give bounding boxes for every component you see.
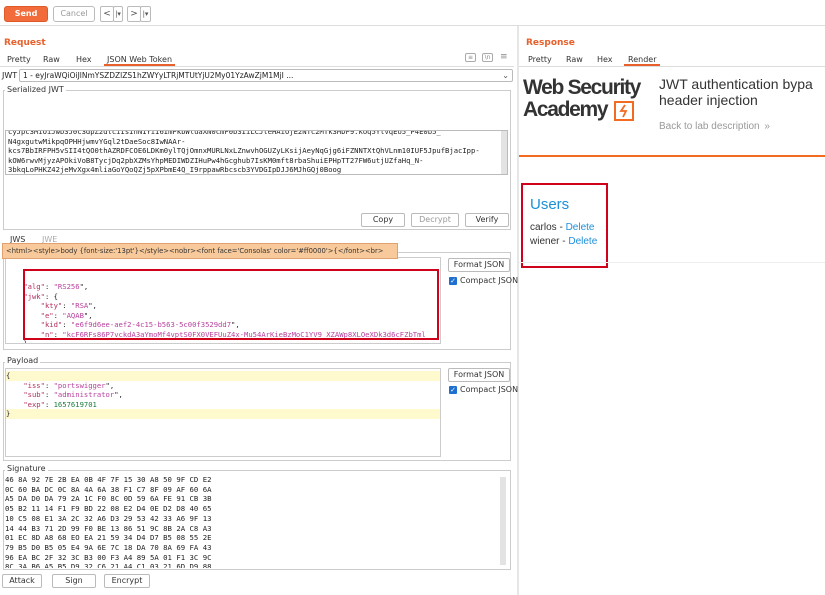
hex-row: A5 DA D0 DA 79 2A 1C F0 8C 0D 59 6A FE 9… [5, 494, 212, 504]
user-row: wiener - Delete [530, 235, 597, 249]
back-to-lab-link[interactable]: Back to lab description » [659, 121, 770, 132]
scrollbar[interactable] [500, 477, 506, 565]
signature-label: Signature [5, 464, 48, 473]
json-line: "iss": "portswigger", [23, 380, 115, 390]
hex-row: 14 44 B3 71 2D 99 F0 BE 13 86 51 9C 8B 2… [5, 523, 212, 533]
logo-text-line1: Web Security [523, 76, 641, 99]
hex-row: 0C 60 BA DC 0C 8A 4A 6A 38 F1 C7 8F 09 A… [5, 484, 212, 494]
serialized-jwt-label: Serialized JWT [5, 85, 66, 94]
tab-pretty[interactable]: Pretty [7, 54, 31, 66]
format-json-payload-button[interactable]: Format JSON [448, 368, 510, 382]
logo-text-line2: Academy [523, 98, 609, 121]
jwt-label: JWT [2, 71, 18, 80]
compact-json-header-label: Compact JSON [460, 276, 519, 285]
chevron-down-icon: ⌄ [502, 71, 509, 80]
jwt-line: cyJpc3MiOiJwb3J0c3dpZ2dlciIsInN1YiI6ImFk… [8, 130, 441, 136]
compact-json-payload-label: Compact JSON [460, 385, 519, 394]
user-separator: - [556, 222, 566, 233]
encrypt-button[interactable]: Encrypt [104, 574, 150, 588]
highlight-box-jwk [23, 269, 439, 340]
sign-button[interactable]: Sign [52, 574, 96, 588]
tab-render[interactable]: Render [624, 54, 661, 66]
json-line: "sub": "administrator", [23, 390, 123, 399]
payload-json-content: { "iss": "portswigger", "sub": "administ… [6, 369, 440, 419]
users-heading: Users [530, 196, 570, 213]
payload-label: Payload [5, 356, 41, 365]
lightning-logo-icon [614, 101, 634, 121]
forward-history-dropdown[interactable]: |▾ [140, 6, 151, 22]
jwt-line: N4gxgutwMikpqOPHHjwmvYGql2tDaeSoc8IwNAAr… [8, 136, 186, 146]
json-line: { [6, 371, 440, 381]
tab-json-web-token[interactable]: JSON Web Token [104, 54, 176, 66]
hex-row: 05 B2 11 14 F1 F9 BD 22 08 E2 D4 0E D2 D… [5, 504, 212, 514]
lab-title-line1: JWT authentication bypa [659, 76, 813, 92]
menu-icon[interactable]: ≡ [500, 52, 508, 62]
rendered-page-header: Web Security Academy JWT authentication … [521, 66, 825, 158]
response-content-divider [519, 262, 825, 263]
tab-hex[interactable]: Hex [76, 54, 92, 66]
lab-title-line2: header injection [659, 92, 758, 108]
hex-row: 46 8A 92 7E 2B EA 0B 4F 7F 15 30 A8 50 9… [5, 475, 212, 484]
jwt-select-value: 1 - eyJraWQiOiJlNmYSZDZlZS1hZWYyLTRjMTUt… [23, 71, 294, 80]
tab-hex-response[interactable]: Hex [597, 54, 613, 66]
hex-row: 8C 3A B6 A5 B5 D9 32 C6 21 A4 C1 03 21 6… [5, 562, 212, 568]
compact-json-payload-checkbox[interactable]: ✓ Compact JSON [449, 385, 518, 394]
user-row: carlos - Delete [530, 221, 597, 235]
request-title: Request [4, 38, 46, 48]
send-button[interactable]: Send [4, 6, 48, 22]
panel-divider[interactable] [517, 26, 519, 595]
copy-button[interactable]: Copy [361, 213, 405, 227]
json-line: "exp": 1657619701 [23, 399, 97, 409]
checkbox-checked-icon: ✓ [449, 276, 457, 285]
tab-underline [0, 66, 514, 67]
serialized-jwt-textarea[interactable]: cyJpc3MiOiJwb3J0c3dpZ2dlciIsInN1YiI6ImFk… [5, 130, 508, 175]
user-name: wiener [530, 236, 560, 247]
hex-row: 79 B5 D0 B5 05 E4 9A 6E 7C 18 DA 70 8A 6… [5, 542, 212, 552]
header-divider [519, 155, 825, 157]
delete-user-link[interactable]: Delete [566, 222, 595, 233]
scrollbar[interactable] [501, 131, 507, 174]
checkbox-checked-icon: ✓ [449, 385, 457, 394]
format-json-header-button[interactable]: Format JSON [448, 258, 510, 272]
settings-icon[interactable]: ≡ [465, 53, 476, 62]
attack-button[interactable]: Attack [2, 574, 42, 588]
jwt-line: 3bkqLoPHKZ42jeMvXgx4mliaGoYQoQZj5pXPbmE4… [8, 165, 342, 174]
jwt-line: kcs7BbIRFPH5vSII4tQO0thAZRDFCOE6LDKm0ylT… [8, 146, 480, 155]
back-to-lab-text: Back to lab description [659, 121, 760, 132]
tab-pretty-response[interactable]: Pretty [528, 54, 552, 66]
signature-hex-view[interactable]: 46 8A 92 7E 2B EA 0B 4F 7F 15 30 A8 50 9… [5, 475, 508, 568]
user-list: carlos - Delete wiener - Delete [530, 221, 597, 249]
user-name: carlos [530, 222, 557, 233]
forward-button[interactable]: > [127, 6, 141, 22]
wrap-icon[interactable]: \n [482, 53, 493, 62]
verify-button[interactable]: Verify [465, 213, 509, 227]
top-toolbar: Send Cancel < |▾ > |▾ [0, 0, 825, 26]
compact-json-header-checkbox[interactable]: ✓ Compact JSON [449, 276, 518, 285]
tab-raw-response[interactable]: Raw [566, 54, 583, 66]
jwt-line: kOW6rwvMjyzAPOkiVoB8TycjDq2pbXZMsYhpMEDI… [8, 155, 424, 165]
signature-hex-content: 46 8A 92 7E 2B EA 0B 4F 7F 15 30 A8 50 9… [5, 475, 508, 568]
jwt-select[interactable]: 1 - eyJraWQiOiJlNmYSZDZlZS1hZWYyLTRjMTUt… [19, 69, 513, 82]
payload-json-editor[interactable]: { "iss": "portswigger", "sub": "administ… [5, 368, 441, 457]
response-title: Response [526, 38, 575, 48]
delete-user-link[interactable]: Delete [568, 236, 597, 247]
serialized-jwt-content: cyJpc3MiOiJwb3J0c3dpZ2dlciIsInN1YiI6ImFk… [6, 130, 507, 174]
chevron-right-icon: » [764, 121, 770, 132]
back-history-dropdown[interactable]: |▾ [113, 6, 123, 22]
decrypt-button[interactable]: Decrypt [411, 213, 459, 227]
tab-raw[interactable]: Raw [43, 54, 60, 66]
cancel-button[interactable]: Cancel [53, 6, 95, 22]
hex-row: 96 EA BC 2F 32 3C B3 00 F3 A4 89 5A 01 F… [5, 552, 212, 562]
hex-row: 10 C5 08 E1 3A 2C 32 A6 D3 29 53 42 33 A… [5, 513, 212, 523]
hex-row: 01 EC 8D A8 68 EO EA 21 59 34 D4 D7 B5 0… [5, 533, 212, 543]
back-button[interactable]: < [100, 6, 114, 22]
tooltip: <html><style>body {font-size:'13pt'}</st… [2, 243, 398, 259]
json-line: } [6, 409, 440, 419]
